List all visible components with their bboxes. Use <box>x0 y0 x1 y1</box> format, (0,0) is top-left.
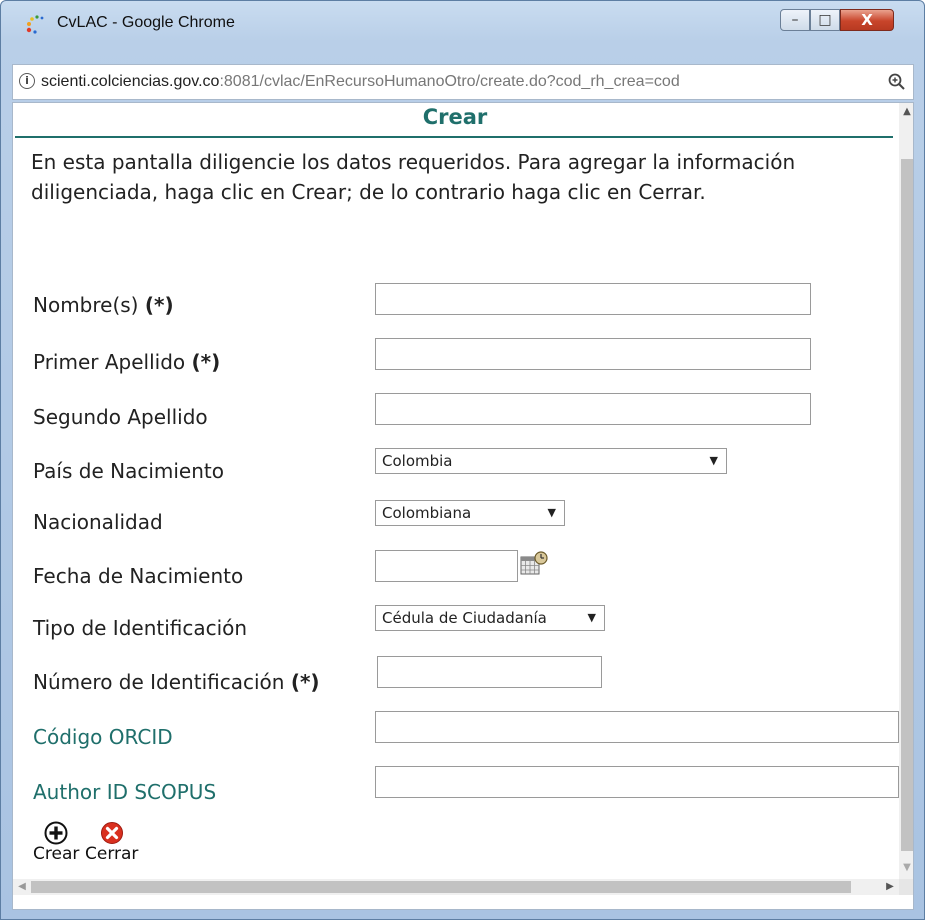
url-host: scienti.colciencias.gov.co <box>41 73 220 90</box>
close-icon: X <box>861 11 873 29</box>
pais-nacimiento-value: Colombia <box>382 452 453 470</box>
tipo-identificacion-select[interactable]: Cédula de Ciudadanía ▼ <box>375 605 605 631</box>
intro-text: En esta pantalla diligencie los datos re… <box>31 150 796 204</box>
vertical-scrollbar[interactable]: ▲ ▼ <box>899 103 913 893</box>
orcid-label: Código ORCID <box>33 725 173 749</box>
crear-button[interactable]: Crear <box>33 821 79 864</box>
segundo-apellido-label: Segundo Apellido <box>33 405 208 429</box>
primer-apellido-label: Primer Apellido (*) <box>33 350 220 374</box>
scroll-up-icon[interactable]: ▲ <box>899 105 913 119</box>
page-viewport: Crear En esta pantalla diligencie los da… <box>12 102 914 910</box>
close-circle-icon <box>100 822 123 844</box>
primer-apellido-input[interactable] <box>375 338 811 370</box>
cerrar-button[interactable]: Cerrar <box>85 821 138 864</box>
nombres-input[interactable] <box>375 283 811 315</box>
cerrar-label: Cerrar <box>85 844 139 864</box>
crear-label: Crear <box>33 844 80 864</box>
vertical-scroll-thumb[interactable] <box>901 159 913 851</box>
title-divider <box>15 136 893 138</box>
scroll-right-icon[interactable]: ▶ <box>883 879 897 895</box>
required-mark: (*) <box>290 670 320 694</box>
dropdown-arrow-icon: ▼ <box>547 506 556 519</box>
scroll-left-icon[interactable]: ◀ <box>15 879 29 895</box>
minimize-icon: – <box>791 12 799 28</box>
orcid-input[interactable] <box>375 711 899 743</box>
nombres-label-text: Nombre(s) <box>33 293 139 317</box>
calendar-icon[interactable] <box>520 551 548 577</box>
tipo-identificacion-label: Tipo de Identificación <box>33 616 248 640</box>
window-title: CvLAC - Google Chrome <box>57 14 235 31</box>
horizontal-scrollbar[interactable]: ◀ ▶ <box>13 879 899 895</box>
nacionalidad-label: Nacionalidad <box>33 510 163 534</box>
fecha-nacimiento-input[interactable] <box>375 550 518 582</box>
page-title: Crear <box>422 105 488 129</box>
page-content: Crear En esta pantalla diligencie los da… <box>13 103 899 879</box>
tipo-identificacion-value: Cédula de Ciudadanía <box>382 609 547 627</box>
primer-apellido-label-text: Primer Apellido <box>33 350 186 374</box>
url-path: :8081/cvlac/EnRecursoHumanoOtro/create.d… <box>219 73 680 90</box>
nacionalidad-select[interactable]: Colombiana ▼ <box>375 500 565 526</box>
dropdown-arrow-icon: ▼ <box>709 454 718 467</box>
scopus-label: Author ID SCOPUS <box>33 780 217 804</box>
plus-circle-icon <box>44 821 68 845</box>
scroll-down-icon[interactable]: ▼ <box>899 861 913 875</box>
scrollbar-corner <box>899 879 913 895</box>
zoom-icon[interactable] <box>887 72 907 92</box>
maximize-icon: □ <box>818 12 832 28</box>
fecha-nacimiento-label: Fecha de Nacimiento <box>33 564 244 588</box>
url-text[interactable]: scienti.colciencias.gov.co:8081/cvlac/En… <box>41 73 680 91</box>
close-window-button[interactable]: X <box>840 9 894 31</box>
browser-window: CvLAC - Google Chrome – □ X i scienti.co… <box>0 0 925 920</box>
title-bar: CvLAC - Google Chrome – □ X <box>1 1 924 47</box>
scopus-input[interactable] <box>375 766 899 798</box>
dropdown-arrow-icon: ▼ <box>587 611 596 624</box>
pais-nacimiento-select[interactable]: Colombia ▼ <box>375 448 727 474</box>
numero-identificacion-input[interactable] <box>377 656 602 688</box>
maximize-button[interactable]: □ <box>810 9 840 31</box>
nombres-label: Nombre(s) (*) <box>33 293 174 317</box>
app-icon <box>26 15 44 34</box>
pais-nacimiento-label: País de Nacimiento <box>33 459 224 483</box>
numero-identificacion-label: Número de Identificación (*) <box>33 670 320 694</box>
segundo-apellido-input[interactable] <box>375 393 811 425</box>
required-mark: (*) <box>191 350 221 374</box>
info-icon[interactable]: i <box>19 73 35 89</box>
horizontal-scroll-thumb[interactable] <box>31 881 851 893</box>
nacionalidad-value: Colombiana <box>382 504 472 522</box>
minimize-button[interactable]: – <box>780 9 810 31</box>
numero-identificacion-label-text: Número de Identificación <box>33 670 285 694</box>
required-mark: (*) <box>144 293 174 317</box>
address-bar[interactable]: i scienti.colciencias.gov.co:8081/cvlac/… <box>12 64 914 100</box>
